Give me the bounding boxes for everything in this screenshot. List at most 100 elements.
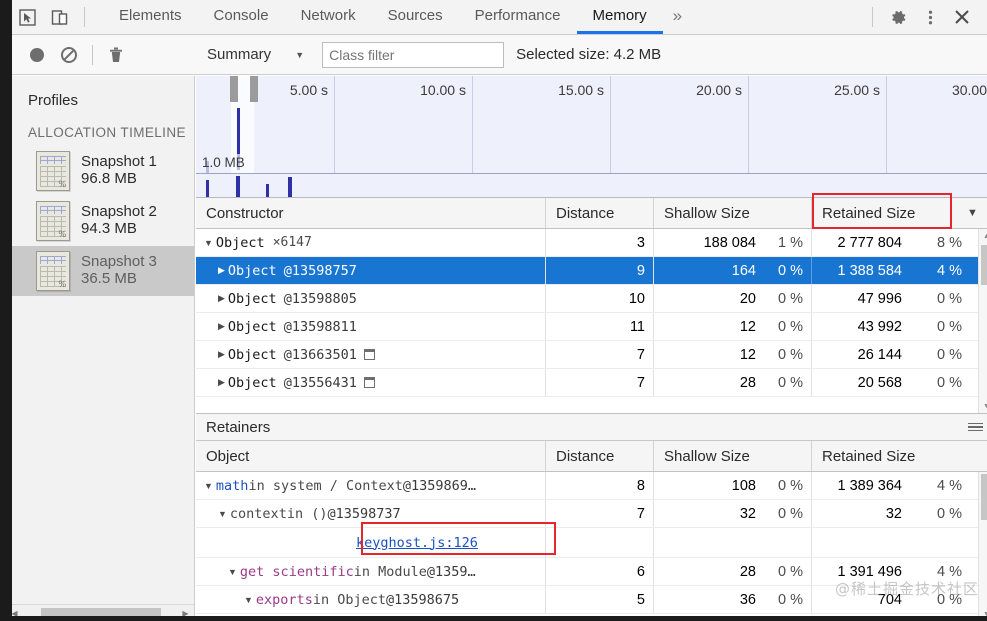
view-select[interactable]: Summary ▼ xyxy=(207,46,310,63)
cell-retained-percent xyxy=(910,528,970,557)
table-row[interactable]: ▼ math in system / Context @1359869… 8 1… xyxy=(196,472,987,500)
table-row[interactable]: ▶ Object @13556431 7 28 0 % 20 568 0 % xyxy=(196,369,987,397)
table-row[interactable]: ▶ Object @13598757 9 164 0 % 1 388 584 4… xyxy=(196,257,987,285)
column-header-retained-size[interactable]: Retained Size xyxy=(812,441,987,471)
constructor-name: Object xyxy=(215,234,265,251)
hamburger-menu-icon[interactable] xyxy=(968,422,983,432)
cell-distance: 10 xyxy=(546,285,654,312)
overview-window-right-handle[interactable] xyxy=(250,76,258,102)
table-row[interactable]: keyghost.js:126 xyxy=(196,528,987,558)
retainer-name: context xyxy=(229,505,287,522)
cell-retained-size: 26 144 xyxy=(857,346,902,363)
cell-retained-size: 43 992 xyxy=(857,318,902,335)
device-toolbar-icon[interactable] xyxy=(48,6,70,28)
overview-tick-5s: 5.00 s xyxy=(289,82,328,98)
source-link[interactable]: keyghost.js:126 xyxy=(356,535,478,551)
scrollbar-thumb[interactable] xyxy=(981,245,987,285)
column-header-shallow-size[interactable]: Shallow Size xyxy=(654,198,812,228)
cell-shallow-percent: 0 % xyxy=(764,369,812,396)
sidebar-item-snapshot-3[interactable]: % Snapshot 3 36.5 MB xyxy=(6,246,194,296)
collapse-twisty-icon[interactable]: ▼ xyxy=(244,595,253,605)
kebab-menu-icon[interactable] xyxy=(915,2,945,32)
cell-constructor: ▼ Object ×6147 xyxy=(196,229,546,256)
collapse-twisty-icon[interactable]: ▼ xyxy=(204,481,213,491)
table-row[interactable]: ▼ get scientific in Module @1359… 6 28 0… xyxy=(196,558,987,586)
tab-performance[interactable]: Performance xyxy=(459,0,577,34)
expand-twisty-icon[interactable]: ▶ xyxy=(218,377,225,388)
cell-object: ▼ exports in Object @13598675 xyxy=(196,586,546,613)
expand-twisty-icon[interactable]: ▶ xyxy=(218,265,225,276)
cell-retained-size: 1 388 584 xyxy=(837,262,902,279)
detached-window-icon xyxy=(363,377,375,388)
column-header-constructor[interactable]: Constructor xyxy=(196,198,546,228)
overview-window-left-handle[interactable] xyxy=(230,76,238,102)
tab-sources[interactable]: Sources xyxy=(372,0,459,34)
table-row[interactable]: ▶ Object @13663501 7 12 0 % 26 144 0 % xyxy=(196,341,987,369)
no-entry-icon[interactable] xyxy=(60,46,78,64)
cell-distance: 6 xyxy=(546,558,654,585)
table-row[interactable]: ▼ context in () @13598737 7 32 0 % 32 0 … xyxy=(196,500,987,528)
sidebar-item-snapshot-1[interactable]: % Snapshot 1 96.8 MB xyxy=(6,146,194,196)
scroll-up-arrow-icon[interactable]: ▲ xyxy=(979,229,987,243)
gear-icon[interactable] xyxy=(883,2,913,32)
cell-shallow-percent: 0 % xyxy=(764,558,812,585)
memory-toolbar-actions xyxy=(6,44,195,65)
retainers-panel: Object Distance Shallow Size Retained Si… xyxy=(196,441,987,621)
cell-shallow-size xyxy=(654,528,764,557)
retainers-section-header: Retainers xyxy=(196,413,987,441)
record-circle-icon[interactable] xyxy=(28,46,46,64)
sidebar-item-snapshot-2[interactable]: % Snapshot 2 94.3 MB xyxy=(6,196,194,246)
cell-shallow-size: 20 xyxy=(739,290,756,307)
more-tabs-button[interactable]: » xyxy=(663,0,692,34)
table-row[interactable]: ▶ Object @13598811 11 12 0 % 43 992 0 % xyxy=(196,313,987,341)
table-row[interactable]: ▶ Object @13598805 10 20 0 % 47 996 0 % xyxy=(196,285,987,313)
scrollbar-thumb[interactable] xyxy=(981,474,987,520)
allocation-timeline-overview[interactable]: 5.00 s 10.00 s 15.00 s 20.00 s 25.00 s 3… xyxy=(196,76,987,198)
close-icon[interactable] xyxy=(947,2,977,32)
sort-direction-icon[interactable]: ▼ xyxy=(952,198,987,228)
column-header-distance[interactable]: Distance xyxy=(546,441,654,471)
cell-retained-percent: 4 % xyxy=(937,262,962,279)
expand-twisty-icon[interactable]: ▼ xyxy=(204,238,213,248)
table-row[interactable]: ▼ Object ×6147 3 188 084 1 % 2 777 804 8… xyxy=(196,229,987,257)
table-row[interactable]: ▼ exports in Object @13598675 5 36 0 % 7… xyxy=(196,586,987,614)
snapshot-name: Snapshot 2 xyxy=(81,203,157,221)
cell-retained-size: 2 777 804 xyxy=(837,234,902,251)
cell-distance: 7 xyxy=(546,341,654,368)
cell-retained-size: 704 xyxy=(877,591,902,608)
tab-memory[interactable]: Memory xyxy=(576,0,663,34)
collapse-twisty-icon[interactable]: ▼ xyxy=(218,509,227,519)
cell-retained-percent: 0 % xyxy=(937,374,962,391)
cell-retained-size: 1 389 364 xyxy=(837,477,902,494)
expand-twisty-icon[interactable]: ▶ xyxy=(218,293,225,304)
expand-twisty-icon[interactable]: ▶ xyxy=(218,349,225,360)
object-id: @13598757 xyxy=(283,262,357,279)
cell-shallow-percent xyxy=(764,528,812,557)
column-header-retained-size[interactable]: Retained Size xyxy=(812,198,952,228)
column-header-shallow-size[interactable]: Shallow Size xyxy=(654,441,812,471)
column-header-object[interactable]: Object xyxy=(196,441,546,471)
retainers-grid-scrollbar[interactable]: ▼ xyxy=(978,472,987,621)
trash-icon[interactable] xyxy=(107,46,125,64)
column-header-distance[interactable]: Distance xyxy=(546,198,654,228)
class-filter-input[interactable] xyxy=(322,41,505,68)
constructor-grid-header: Constructor Distance Shallow Size Retain… xyxy=(196,198,987,229)
cell-shallow-size: 36 xyxy=(739,591,756,608)
tab-console[interactable]: Console xyxy=(198,0,285,34)
inspect-cursor-icon[interactable] xyxy=(16,6,38,28)
overview-tick-25s: 25.00 s xyxy=(834,82,880,98)
constructor-grid-scrollbar[interactable]: ▲ ▼ xyxy=(978,229,987,413)
collapse-twisty-icon[interactable]: ▼ xyxy=(228,567,237,577)
scroll-down-arrow-icon[interactable]: ▼ xyxy=(979,399,987,413)
cell-object: ▼ get scientific in Module @1359… xyxy=(196,558,546,585)
tab-network[interactable]: Network xyxy=(285,0,372,34)
tabbar-right-icons xyxy=(868,0,987,34)
snapshot-label-group: Snapshot 3 36.5 MB xyxy=(81,253,157,288)
cell-object: ▼ math in system / Context @1359869… xyxy=(196,472,546,499)
constructor-name: Object xyxy=(227,290,277,307)
cell-shallow-size: 12 xyxy=(739,318,756,335)
overview-scale-label: 1.0 MB xyxy=(202,155,245,170)
expand-twisty-icon[interactable]: ▶ xyxy=(218,321,225,332)
cell-distance xyxy=(546,528,654,557)
tab-elements[interactable]: Elements xyxy=(103,0,198,34)
